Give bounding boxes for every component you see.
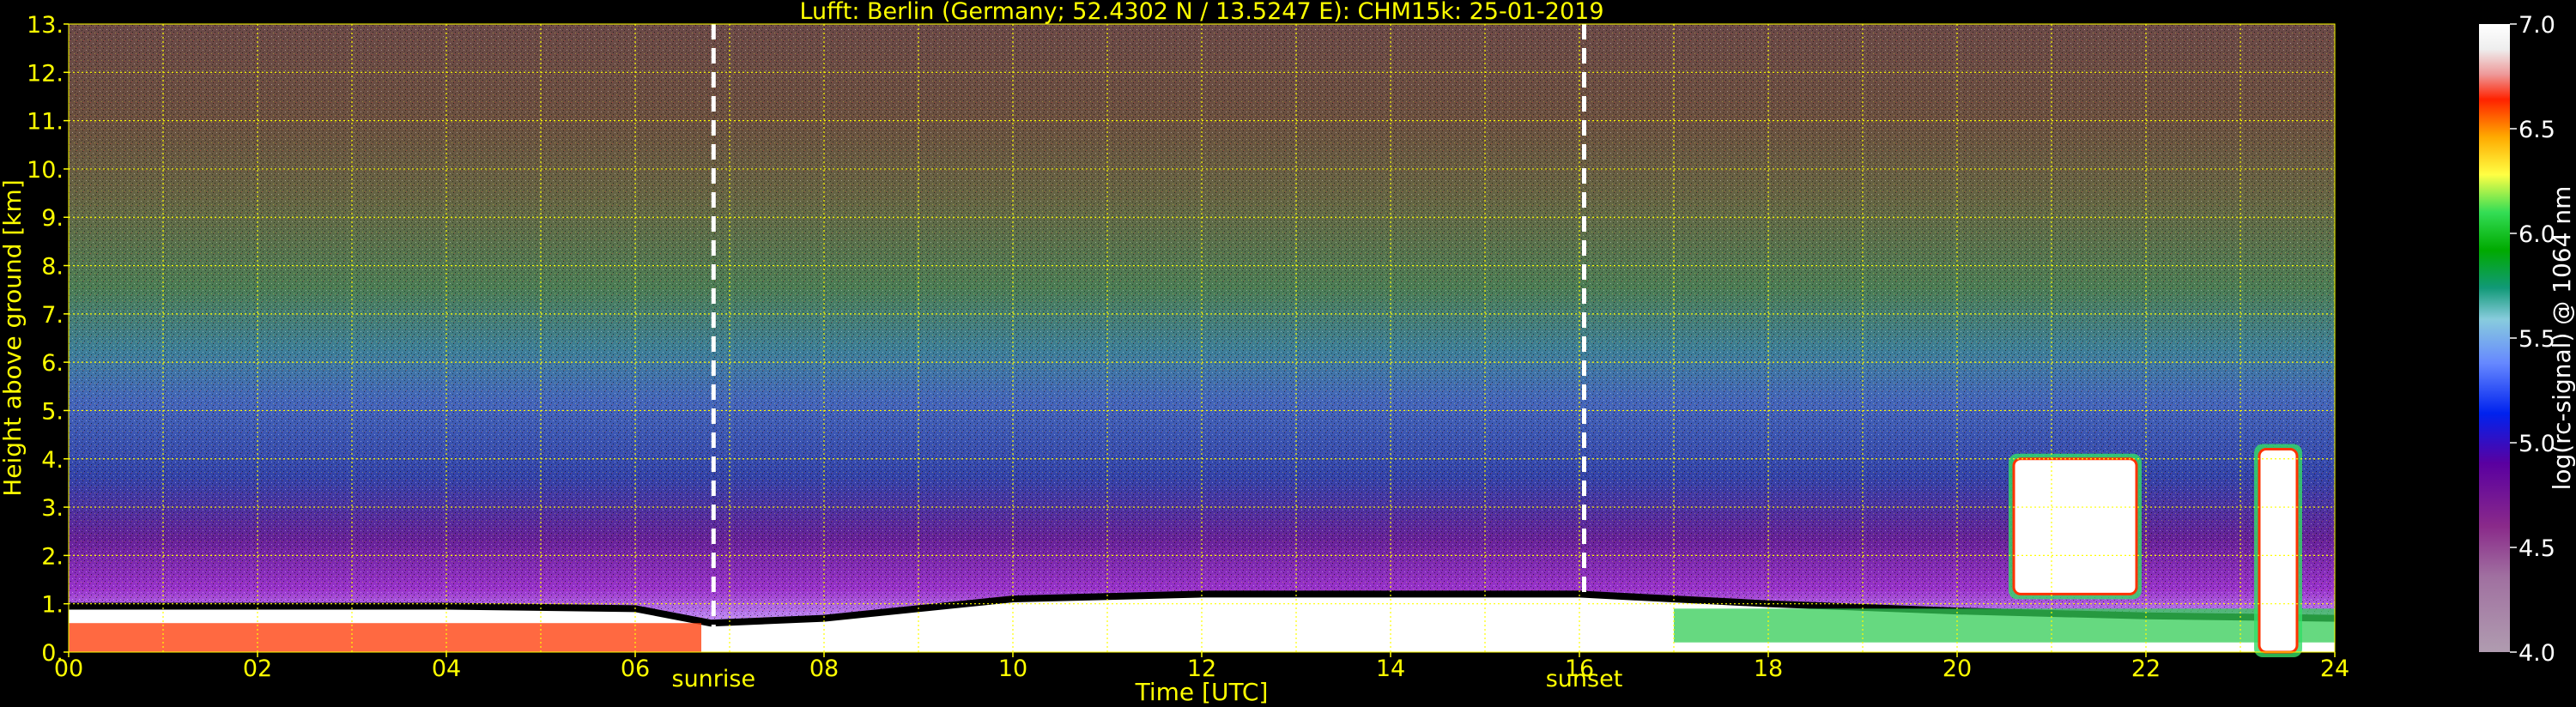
x-tick-label: 18 (1754, 656, 1783, 682)
x-tick-label: 02 (243, 656, 272, 682)
y-tick-label: 11. (27, 109, 64, 136)
colorbar-tick-label: 4.0 (2518, 640, 2555, 667)
y-tick-label: 9. (41, 205, 64, 232)
y-tick-label: 5. (41, 398, 64, 425)
x-tick-label: 20 (1943, 656, 1972, 682)
y-tick-label: 0. (41, 640, 64, 667)
chart-title: Lufft: Berlin (Germany; 52.4302 N / 13.5… (799, 0, 1603, 25)
colorbar: 4.04.55.05.56.06.57.0 log(rc-signal) @ 1… (2479, 12, 2576, 667)
y-ticks: 0. 1. 2. 3. 4. 5. 6. 7. 8. 9. 10. 11. 12. 13. (27, 12, 69, 667)
cloud-layer (2258, 448, 2299, 654)
y-tick-label: 7. (41, 302, 64, 329)
x-tick-label: 14 (1376, 656, 1405, 682)
y-tick-label: 1. (41, 592, 64, 619)
x-tick-label: 24 (2320, 656, 2349, 682)
colorbar-tick-label: 7.0 (2518, 12, 2555, 39)
y-tick-label: 2. (41, 543, 64, 570)
colorbar-tick-label: 6.5 (2518, 117, 2555, 143)
plot-area (68, 23, 2336, 657)
y-tick-label: 13. (27, 12, 64, 39)
x-tick-label: 06 (621, 656, 650, 682)
x-tick-label: 10 (998, 656, 1027, 682)
y-tick-label: 6. (41, 350, 64, 377)
x-tick-label: 08 (809, 656, 839, 682)
y-tick-label: 10. (27, 157, 64, 184)
x-tick-label: 22 (2131, 656, 2161, 682)
colorbar-tick-label: 4.5 (2518, 535, 2555, 562)
y-tick-label: 12. (27, 60, 64, 87)
colorbar-scale (2479, 24, 2510, 652)
sunrise-label: sunrise (672, 666, 756, 692)
x-axis-label: Time [UTC] (1135, 678, 1269, 706)
y-axis-label: Height above ground [km] (0, 179, 27, 497)
aerosol-layer (1674, 608, 2335, 643)
y-tick-label: 4. (41, 447, 64, 474)
sunset-label: sunset (1546, 666, 1623, 692)
colorbar-label: log(rc-signal) @ 1064 nm (2548, 186, 2576, 491)
lidar-chart: 00 02 04 06 08 10 12 14 16 18 20 22 24 0.1.2.3.4.5.6… (0, 0, 2576, 706)
x-tick-label: 04 (432, 656, 461, 682)
y-tick-label: 8. (41, 254, 64, 281)
y-tick-label: 3. (41, 495, 64, 522)
cloud-layer (2012, 457, 2138, 595)
